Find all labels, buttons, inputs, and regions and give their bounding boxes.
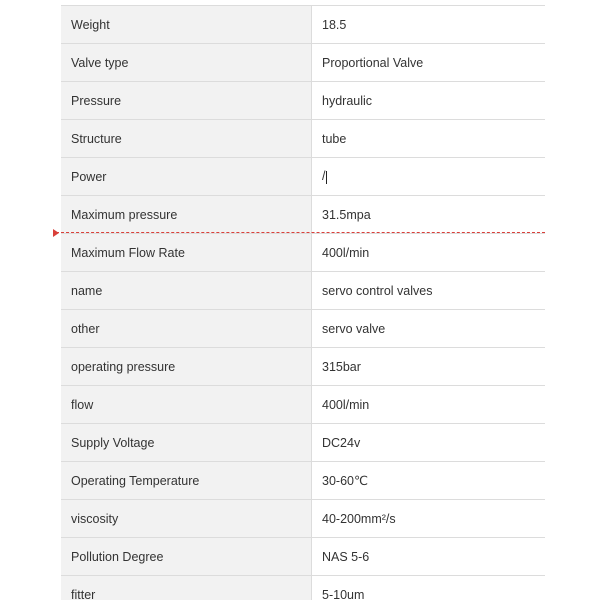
spec-value: 31.5mpa bbox=[311, 195, 545, 234]
spec-label: fitter bbox=[61, 575, 312, 600]
spec-label: Maximum pressure bbox=[61, 195, 312, 234]
spec-value: NAS 5-6 bbox=[311, 537, 545, 576]
table-row: Weight 18.5 bbox=[61, 5, 545, 44]
spec-value: servo valve bbox=[311, 309, 545, 348]
spec-label: Structure bbox=[61, 119, 312, 158]
table-row: Power / bbox=[61, 157, 545, 196]
table-row: Maximum Flow Rate 400l/min bbox=[61, 233, 545, 272]
spec-value: 5-10um bbox=[311, 575, 545, 600]
spec-value: 315bar bbox=[311, 347, 545, 386]
spec-value: 30-60℃ bbox=[311, 461, 545, 500]
arrow-marker-icon bbox=[53, 229, 59, 237]
guide-line bbox=[56, 232, 545, 233]
spec-label: Operating Temperature bbox=[61, 461, 312, 500]
spec-label: Power bbox=[61, 157, 312, 196]
spec-value: tube bbox=[311, 119, 545, 158]
spec-value: 400l/min bbox=[311, 233, 545, 272]
spec-table-body: Weight 18.5 Valve type Proportional Valv… bbox=[61, 5, 545, 600]
table-row: viscosity 40-200mm²/s bbox=[61, 499, 545, 538]
spec-value: / bbox=[322, 169, 326, 184]
table-row: flow 400l/min bbox=[61, 385, 545, 424]
spec-label: Pollution Degree bbox=[61, 537, 312, 576]
spec-value: DC24v bbox=[311, 423, 545, 462]
table-row: operating pressure 315bar bbox=[61, 347, 545, 386]
spec-label: Valve type bbox=[61, 43, 312, 82]
table-row: Maximum pressure 31.5mpa bbox=[61, 195, 545, 234]
table-row: Pressure hydraulic bbox=[61, 81, 545, 120]
table-row: Pollution Degree NAS 5-6 bbox=[61, 537, 545, 576]
spec-table: Weight 18.5 Valve type Proportional Valv… bbox=[61, 5, 545, 600]
spec-value: 18.5 bbox=[311, 5, 545, 44]
spec-value: 40-200mm²/s bbox=[311, 499, 545, 538]
spec-label: flow bbox=[61, 385, 312, 424]
spec-label: operating pressure bbox=[61, 347, 312, 386]
spec-value: Proportional Valve bbox=[311, 43, 545, 82]
spec-label: name bbox=[61, 271, 312, 310]
page: Weight 18.5 Valve type Proportional Valv… bbox=[0, 0, 600, 600]
table-row: name servo control valves bbox=[61, 271, 545, 310]
spec-value: hydraulic bbox=[311, 81, 545, 120]
spec-value-cell[interactable]: / bbox=[311, 157, 545, 196]
table-row: fitter 5-10um bbox=[61, 575, 545, 600]
spec-label: Pressure bbox=[61, 81, 312, 120]
spec-label: other bbox=[61, 309, 312, 348]
spec-value: servo control valves bbox=[311, 271, 545, 310]
table-row: other servo valve bbox=[61, 309, 545, 348]
table-row: Valve type Proportional Valve bbox=[61, 43, 545, 82]
table-row: Structure tube bbox=[61, 119, 545, 158]
table-row: Operating Temperature 30-60℃ bbox=[61, 461, 545, 500]
spec-value: 400l/min bbox=[311, 385, 545, 424]
spec-label: Supply Voltage bbox=[61, 423, 312, 462]
spec-label: Weight bbox=[61, 5, 312, 44]
table-row: Supply Voltage DC24v bbox=[61, 423, 545, 462]
spec-label: Maximum Flow Rate bbox=[61, 233, 312, 272]
text-cursor bbox=[326, 170, 328, 184]
spec-label: viscosity bbox=[61, 499, 312, 538]
